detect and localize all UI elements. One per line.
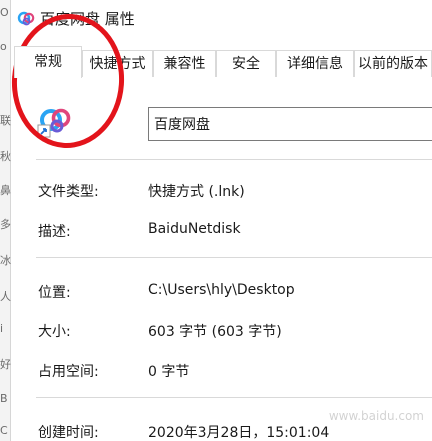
bg-glyph: 好 <box>0 358 11 371</box>
bg-glyph: O <box>0 6 9 19</box>
watermark: www.baidu.com <box>328 409 424 423</box>
size-value: 603 字节 (603 字节) <box>148 324 282 340</box>
tab-strip: 常规 快捷方式 兼容性 安全 详细信息 以前的版本 <box>12 44 432 78</box>
bg-glyph: 鼻 <box>0 184 11 197</box>
tab-details[interactable]: 详细信息 <box>276 50 354 77</box>
divider <box>36 159 432 160</box>
tab-previous-versions[interactable]: 以前的版本 <box>354 50 432 77</box>
divider <box>36 257 432 258</box>
description-value: BaiduNetdisk <box>148 221 241 237</box>
bg-glyph: C <box>0 424 8 437</box>
tab-general[interactable]: 常规 <box>14 46 82 78</box>
created-value: 2020年3月28日，15:01:04 <box>148 425 330 441</box>
divider <box>36 397 432 398</box>
bg-glyph: i <box>0 322 4 335</box>
bg-glyph: 联 <box>0 114 11 127</box>
size-on-disk-value: 0 字节 <box>148 364 190 380</box>
created-label: 创建时间: <box>38 425 99 441</box>
location-value: C:\Users\hly\Desktop <box>148 282 295 298</box>
bg-glyph: o <box>0 40 7 53</box>
tab-compatibility[interactable]: 兼容性 <box>153 50 216 77</box>
bg-glyph: 多 <box>0 218 11 231</box>
background-window-edge: O o 联 秋 鼻 多 冰 人 i 好 B C <box>0 0 11 441</box>
size-label: 大小: <box>38 324 71 340</box>
shortcut-name-input[interactable] <box>148 107 432 141</box>
bg-glyph: B <box>0 392 8 405</box>
size-on-disk-label: 占用空间: <box>38 364 99 380</box>
bg-glyph: 秋 <box>0 150 11 163</box>
description-label: 描述: <box>38 224 71 240</box>
tab-security[interactable]: 安全 <box>216 50 276 77</box>
file-type-label: 文件类型: <box>38 184 99 200</box>
bg-glyph: 冰 <box>0 254 11 267</box>
location-label: 位置: <box>38 285 71 301</box>
baidu-netdisk-icon <box>17 11 35 26</box>
file-type-value: 快捷方式 (.lnk) <box>148 184 245 200</box>
bg-glyph: 人 <box>0 290 11 303</box>
